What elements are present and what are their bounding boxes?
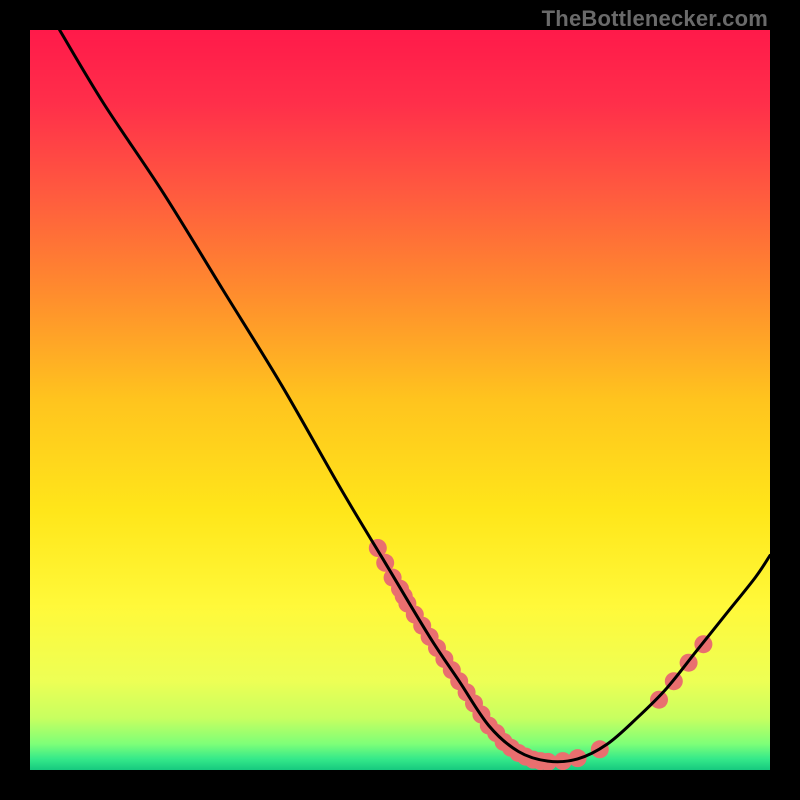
chart-frame [30, 30, 770, 770]
scatter-point [650, 691, 668, 709]
gradient-background [30, 30, 770, 770]
watermark-text: TheBottlenecker.com [542, 6, 768, 32]
bottleneck-chart [30, 30, 770, 770]
